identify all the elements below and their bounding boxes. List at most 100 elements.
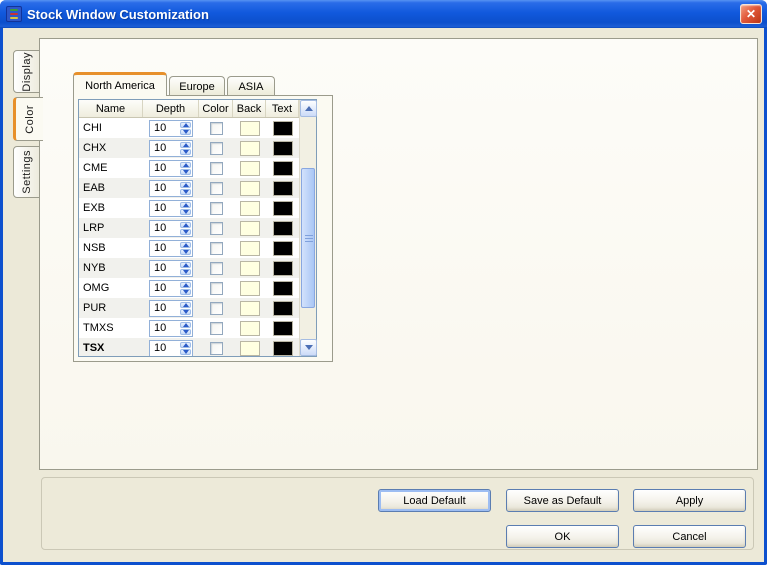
column-header-depth[interactable]: Depth xyxy=(143,100,199,117)
color-checkbox[interactable] xyxy=(210,262,223,275)
spinner-buttons[interactable] xyxy=(179,341,192,356)
back-color-swatch[interactable] xyxy=(240,161,260,176)
color-checkbox[interactable] xyxy=(210,142,223,155)
spinner-buttons[interactable] xyxy=(179,201,192,216)
book-table-row[interactable]: CHI 10 xyxy=(79,118,299,138)
column-header-back[interactable]: Back xyxy=(233,100,266,117)
back-color-swatch[interactable] xyxy=(240,261,260,276)
book-table-row[interactable]: EAB 10 xyxy=(79,178,299,198)
depth-stepper[interactable]: 10 xyxy=(149,160,193,177)
spin-up-button[interactable] xyxy=(180,222,191,228)
back-color-swatch[interactable] xyxy=(240,121,260,136)
book-table-row[interactable]: TMXS 10 xyxy=(79,318,299,338)
spin-up-button[interactable] xyxy=(180,342,191,348)
spin-up-button[interactable] xyxy=(180,322,191,328)
color-checkbox[interactable] xyxy=(210,122,223,135)
depth-stepper[interactable]: 10 xyxy=(149,220,193,237)
text-color-swatch[interactable] xyxy=(273,141,293,156)
back-color-swatch[interactable] xyxy=(240,321,260,336)
spin-down-button[interactable] xyxy=(180,249,191,255)
spin-down-button[interactable] xyxy=(180,129,191,135)
spin-up-button[interactable] xyxy=(180,162,191,168)
spinner-buttons[interactable] xyxy=(179,301,192,316)
spin-down-button[interactable] xyxy=(180,309,191,315)
spin-up-button[interactable] xyxy=(180,262,191,268)
text-color-swatch[interactable] xyxy=(273,301,293,316)
spin-up-button[interactable] xyxy=(180,142,191,148)
spinner-buttons[interactable] xyxy=(179,321,192,336)
ok-button[interactable]: OK xyxy=(506,525,619,548)
color-checkbox[interactable] xyxy=(210,242,223,255)
depth-stepper[interactable]: 10 xyxy=(149,300,193,317)
tab-color[interactable]: Color xyxy=(13,97,43,141)
book-table-row[interactable]: CME 10 xyxy=(79,158,299,178)
book-table-row[interactable]: CHX 10 xyxy=(79,138,299,158)
text-color-swatch[interactable] xyxy=(273,341,293,356)
spin-down-button[interactable] xyxy=(180,349,191,355)
color-checkbox[interactable] xyxy=(210,182,223,195)
depth-stepper[interactable]: 10 xyxy=(149,180,193,197)
depth-stepper[interactable]: 10 xyxy=(149,280,193,297)
spin-down-button[interactable] xyxy=(180,209,191,215)
text-color-swatch[interactable] xyxy=(273,161,293,176)
book-table-row[interactable]: EXB 10 xyxy=(79,198,299,218)
spinner-buttons[interactable] xyxy=(179,261,192,276)
spinner-buttons[interactable] xyxy=(179,141,192,156)
depth-stepper[interactable]: 10 xyxy=(149,140,193,157)
book-table-row[interactable]: OMG 10 xyxy=(79,278,299,298)
back-color-swatch[interactable] xyxy=(240,281,260,296)
book-table-row[interactable]: NYB 10 xyxy=(79,258,299,278)
tab-asia[interactable]: ASIA xyxy=(227,76,275,96)
back-color-swatch[interactable] xyxy=(240,201,260,216)
scroll-down-button[interactable] xyxy=(300,339,317,356)
back-color-swatch[interactable] xyxy=(240,241,260,256)
color-checkbox[interactable] xyxy=(210,342,223,355)
tab-display[interactable]: Display xyxy=(13,50,40,93)
depth-stepper[interactable]: 10 xyxy=(149,340,193,357)
back-color-swatch[interactable] xyxy=(240,341,260,356)
scroll-up-button[interactable] xyxy=(300,100,317,117)
spinner-buttons[interactable] xyxy=(179,221,192,236)
text-color-swatch[interactable] xyxy=(273,221,293,236)
depth-stepper[interactable]: 10 xyxy=(149,240,193,257)
save-as-default-button[interactable]: Save as Default xyxy=(506,489,619,512)
spin-up-button[interactable] xyxy=(180,122,191,128)
book-table-row[interactable]: LRP 10 xyxy=(79,218,299,238)
color-checkbox[interactable] xyxy=(210,222,223,235)
spin-up-button[interactable] xyxy=(180,242,191,248)
back-color-swatch[interactable] xyxy=(240,221,260,236)
spin-down-button[interactable] xyxy=(180,329,191,335)
depth-stepper[interactable]: 10 xyxy=(149,200,193,217)
tab-north-america[interactable]: North America xyxy=(73,72,167,96)
text-color-swatch[interactable] xyxy=(273,261,293,276)
text-color-swatch[interactable] xyxy=(273,201,293,216)
tab-settings[interactable]: Settings xyxy=(13,146,40,198)
text-color-swatch[interactable] xyxy=(273,321,293,336)
apply-button[interactable]: Apply xyxy=(633,489,746,512)
color-checkbox[interactable] xyxy=(210,322,223,335)
spin-down-button[interactable] xyxy=(180,269,191,275)
spinner-buttons[interactable] xyxy=(179,181,192,196)
back-color-swatch[interactable] xyxy=(240,181,260,196)
color-checkbox[interactable] xyxy=(210,282,223,295)
cancel-button[interactable]: Cancel xyxy=(633,525,746,548)
book-table-scrollbar[interactable] xyxy=(299,100,316,356)
spin-down-button[interactable] xyxy=(180,169,191,175)
book-table-row[interactable]: TSX 10 xyxy=(79,338,299,356)
spin-down-button[interactable] xyxy=(180,189,191,195)
depth-stepper[interactable]: 10 xyxy=(149,120,193,137)
depth-stepper[interactable]: 10 xyxy=(149,320,193,337)
tab-europe[interactable]: Europe xyxy=(169,76,225,96)
text-color-swatch[interactable] xyxy=(273,281,293,296)
spin-up-button[interactable] xyxy=(180,302,191,308)
spin-up-button[interactable] xyxy=(180,182,191,188)
depth-stepper[interactable]: 10 xyxy=(149,260,193,277)
spinner-buttons[interactable] xyxy=(179,241,192,256)
column-header-name[interactable]: Name xyxy=(79,100,143,117)
column-header-color[interactable]: Color xyxy=(199,100,233,117)
text-color-swatch[interactable] xyxy=(273,121,293,136)
book-table-row[interactable]: PUR 10 xyxy=(79,298,299,318)
load-default-button[interactable]: Load Default xyxy=(378,489,491,512)
spin-down-button[interactable] xyxy=(180,289,191,295)
spinner-buttons[interactable] xyxy=(179,161,192,176)
